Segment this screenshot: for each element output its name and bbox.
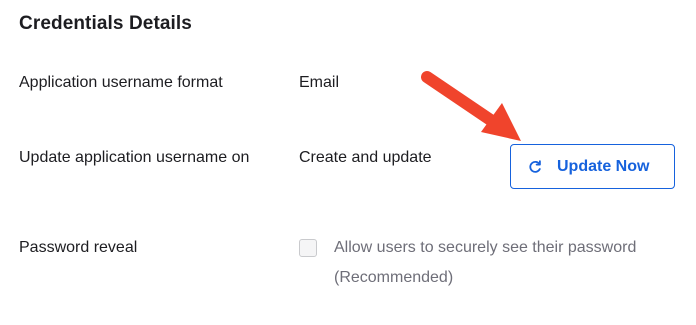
update-username-on-value: Create and update — [299, 149, 432, 166]
update-username-on-label: Update application username on — [19, 149, 250, 166]
username-format-label: Application username format — [19, 74, 223, 91]
refresh-icon — [527, 159, 543, 175]
update-now-button[interactable]: Update Now — [510, 144, 675, 189]
password-reveal-checkbox-label[interactable]: Allow users to securely see their passwo… — [334, 233, 684, 293]
username-format-value: Email — [299, 74, 340, 91]
password-reveal-label: Password reveal — [19, 239, 138, 256]
credentials-details-panel: Credentials Details Application username… — [0, 0, 696, 325]
password-reveal-checkbox[interactable] — [299, 239, 317, 257]
update-now-label: Update Now — [557, 157, 650, 175]
section-title: Credentials Details — [19, 13, 192, 34]
